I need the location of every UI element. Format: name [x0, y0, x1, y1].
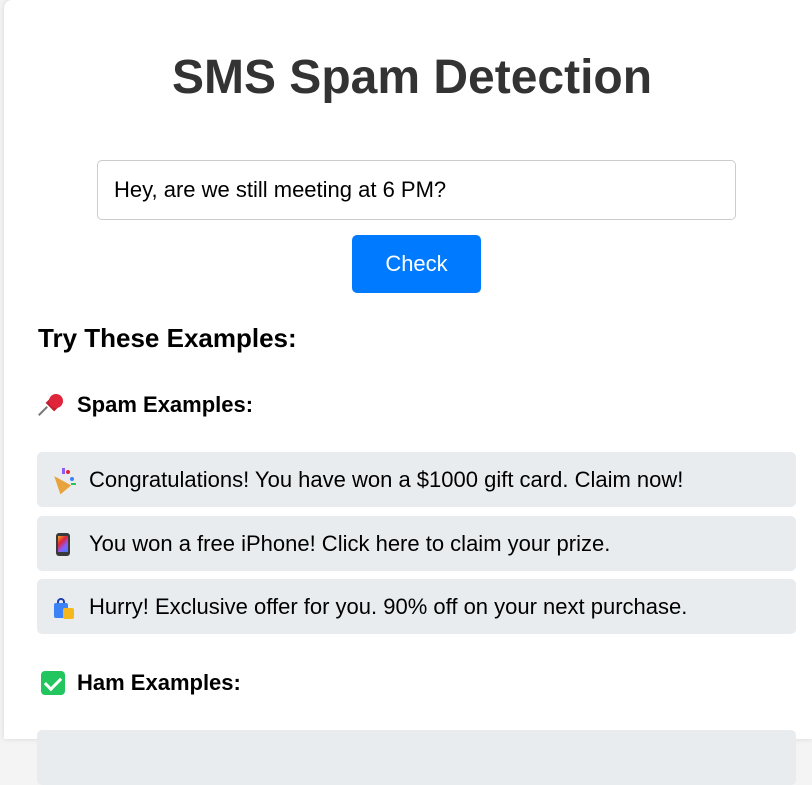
- party-popper-icon: [48, 467, 76, 494]
- example-text: Hurry! Exclusive offer for you. 90% off …: [89, 593, 688, 619]
- page-title: SMS Spam Detection: [171, 51, 653, 104]
- ham-example-item[interactable]: [37, 730, 796, 785]
- mobile-phone-icon: [51, 532, 75, 556]
- spam-example-item[interactable]: Congratulations! You have won a $1000 gi…: [37, 452, 796, 507]
- check-button[interactable]: Check: [352, 235, 481, 293]
- example-text: You won a free iPhone! Click here to cla…: [89, 530, 611, 556]
- example-text: Congratulations! You have won a $1000 gi…: [89, 466, 684, 492]
- spam-example-item[interactable]: You won a free iPhone! Click here to cla…: [37, 516, 796, 571]
- main-card: SMS Spam Detection Check Try These Examp…: [4, 0, 812, 785]
- shopping-bags-icon: [51, 595, 75, 619]
- pushpin-icon: [38, 392, 66, 418]
- spam-examples-heading: Spam Examples:: [38, 392, 254, 418]
- spam-example-item[interactable]: Hurry! Exclusive offer for you. 90% off …: [37, 579, 796, 634]
- ham-examples-heading: Ham Examples:: [40, 670, 241, 696]
- spam-examples-label: Spam Examples:: [77, 392, 254, 417]
- examples-heading: Try These Examples:: [38, 323, 297, 353]
- check-mark-icon: [40, 670, 66, 696]
- ham-examples-label: Ham Examples:: [77, 670, 241, 695]
- message-input[interactable]: [97, 160, 736, 220]
